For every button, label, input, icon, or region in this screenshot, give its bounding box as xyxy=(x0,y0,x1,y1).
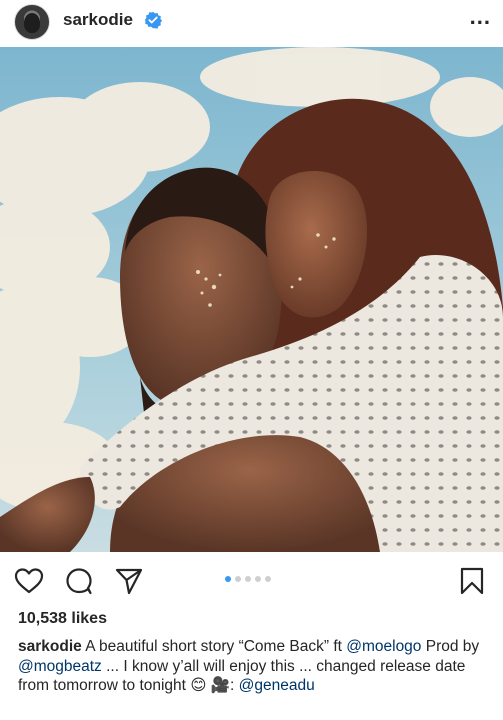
mention-geneadu[interactable]: @geneadu xyxy=(239,677,315,694)
carousel-dot xyxy=(265,576,271,582)
bookmark-icon[interactable] xyxy=(457,566,487,596)
caption-text-2: Prod by xyxy=(421,638,480,655)
more-options-button[interactable]: ... xyxy=(470,4,491,30)
caption-text-1: A beautiful short story “Come Back” ft xyxy=(81,638,347,655)
caption: sarkodie A beautiful short story “Come B… xyxy=(18,637,493,696)
heart-icon[interactable] xyxy=(14,566,44,596)
carousel-dot xyxy=(255,576,261,582)
comment-icon[interactable] xyxy=(64,566,94,596)
instagram-post: sarkodie ... 10,538 likes sarkodie A bea… xyxy=(0,0,503,720)
share-icon[interactable] xyxy=(114,566,144,596)
avatar[interactable] xyxy=(14,4,50,40)
username[interactable]: sarkodie xyxy=(63,10,133,30)
carousel-dot xyxy=(245,576,251,582)
post-image[interactable] xyxy=(0,47,503,552)
mention-mogbeatz[interactable]: @mogbeatz xyxy=(18,658,102,675)
verified-badge-icon xyxy=(144,11,162,29)
photo-illustration xyxy=(0,47,503,552)
carousel-dot xyxy=(225,576,231,582)
post-header: sarkodie ... xyxy=(0,0,503,46)
mention-moelogo[interactable]: @moelogo xyxy=(346,638,421,655)
caption-username[interactable]: sarkodie xyxy=(18,638,82,655)
carousel-dot xyxy=(235,576,241,582)
carousel-indicator xyxy=(225,576,271,582)
like-count[interactable]: 10,538 likes xyxy=(18,610,107,628)
